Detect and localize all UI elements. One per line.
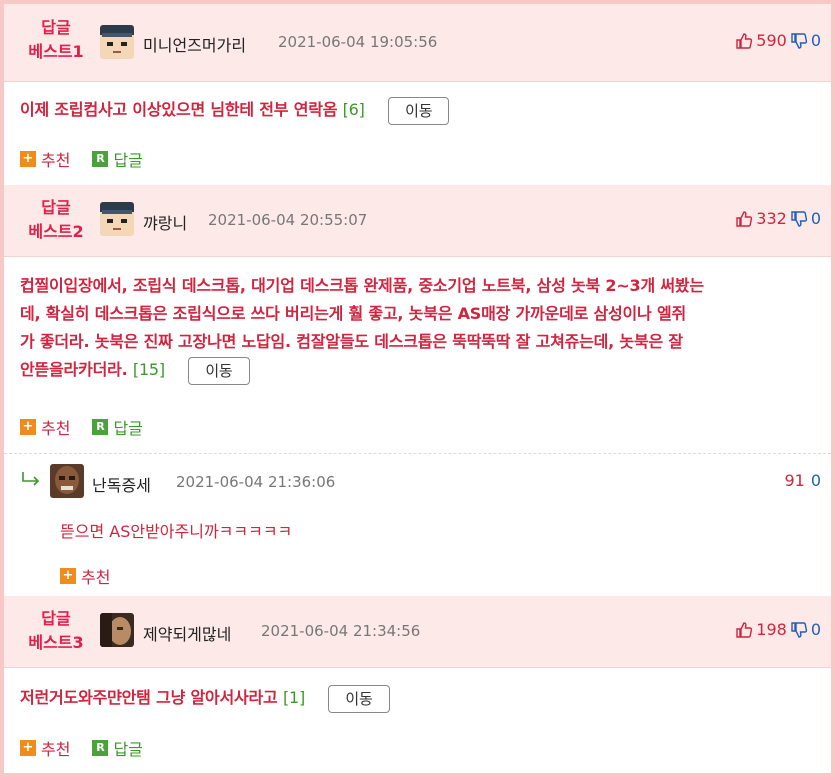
comment-text-line: 컵찔이입장에서, 조립식 데스크톱, 대기업 데스크톱 완제품, 중소기업 노트…	[20, 276, 704, 295]
reply-r-icon: R	[92, 419, 109, 435]
badge-bottom-label: 베스트3	[28, 633, 84, 652]
thumbs-down-icon[interactable]	[790, 210, 808, 228]
comment-actions: + 추천 R 답글	[20, 415, 143, 439]
comment-text: 저런거도와주먄안탬 그냥 알아서사라고	[20, 688, 278, 707]
comment-body: 이제 조립컴사고 이상있으면 님한테 전부 연락옴 [6] 이동	[20, 96, 801, 125]
recommend-button[interactable]: + 추천	[20, 736, 70, 760]
badge-bottom-label: 베스트1	[28, 42, 84, 61]
vote-box: 590 0	[735, 31, 821, 50]
badge-bottom-label: 베스트2	[28, 222, 84, 241]
down-count: 0	[810, 620, 821, 639]
comment-text: 이제 조립컴사고 이상있으면 님한테 전부 연락옴	[20, 100, 338, 119]
badge-top-label: 답글	[41, 18, 71, 37]
thumbs-up-icon[interactable]	[735, 32, 753, 50]
badge-top-label: 답글	[41, 198, 71, 217]
avatar[interactable]	[100, 25, 134, 59]
timestamp: 2021-06-04 20:55:07	[208, 211, 368, 229]
plus-icon: +	[20, 740, 36, 756]
badge-top-label: 답글	[41, 609, 71, 628]
comment-actions: + 추천 R 답글	[20, 736, 143, 760]
reply-label: 답글	[113, 419, 143, 438]
down-count: 0	[810, 31, 821, 50]
comment-text-line: 가 좋더라. 놋북은 진짜 고장나면 노답임. 컴잘알들도 데스크톱은 뚝딱뚝딱…	[20, 332, 683, 351]
comment-list: 답글 베스트1 미니언즈머가리 2021-06-04 19:05:56 590	[4, 4, 831, 773]
best1-header: 답글 베스트1 미니언즈머가리 2021-06-04 19:05:56 590	[4, 4, 831, 82]
up-count: 332	[756, 209, 787, 228]
nickname[interactable]: 제약되게많네	[143, 621, 231, 645]
reply-count[interactable]: [15]	[133, 360, 165, 379]
reply-button[interactable]: R 답글	[92, 147, 143, 171]
best2-badge: 답글 베스트2	[16, 196, 96, 244]
avatar[interactable]	[50, 464, 84, 498]
timestamp: 2021-06-04 21:34:56	[261, 622, 421, 640]
recommend-button[interactable]: + 추천	[20, 415, 70, 439]
nickname[interactable]: 미니언즈머가리	[143, 32, 246, 56]
reply-count[interactable]: [6]	[343, 100, 365, 119]
recommend-label: 추천	[41, 419, 71, 438]
move-button[interactable]: 이동	[388, 96, 450, 125]
best3-header: 답글 베스트3 제약되게많네 2021-06-04 21:34:56 198 0	[4, 596, 831, 668]
down-count: 0	[810, 471, 821, 490]
best2-header: 답글 베스트2 꺄랑니 2021-06-04 20:55:07 332 0	[4, 185, 831, 257]
move-button[interactable]: 이동	[188, 356, 250, 385]
comment-body: 컵찔이입장에서, 조립식 데스크톱, 대기업 데스크톱 완제품, 중소기업 노트…	[20, 272, 811, 385]
thumbs-up-icon[interactable]	[735, 210, 753, 228]
nested-reply: 난독증세 2021-06-04 21:36:06 91 0 뜯으면 AS안받아주…	[4, 460, 831, 590]
thumbs-down-icon[interactable]	[790, 32, 808, 50]
recommend-button[interactable]: + 추천	[60, 564, 110, 588]
recommend-label: 추천	[41, 151, 71, 170]
reply-label: 답글	[113, 151, 143, 170]
reply-label: 답글	[113, 740, 143, 759]
avatar[interactable]	[100, 613, 134, 647]
comment-actions: + 추천 R 답글	[20, 147, 143, 171]
reply-button[interactable]: R 답글	[92, 736, 143, 760]
down-count: 0	[810, 209, 821, 228]
reply-button[interactable]: R 답글	[92, 415, 143, 439]
timestamp: 2021-06-04 19:05:56	[278, 33, 438, 51]
best1-badge: 답글 베스트1	[16, 16, 96, 64]
nickname[interactable]: 꺄랑니	[143, 210, 187, 234]
reply-count[interactable]: [1]	[283, 688, 305, 707]
comment-text-line: 안뜯을라카더라. [15] 이동	[20, 356, 811, 385]
recommend-label: 추천	[81, 568, 111, 587]
vote-box: 91 0	[784, 471, 821, 490]
up-count: 590	[756, 31, 787, 50]
reply-arrow-icon	[20, 470, 42, 492]
recommend-label: 추천	[41, 740, 71, 759]
comment-text: 안뜯을라카더라.	[20, 360, 128, 379]
reply-r-icon: R	[92, 740, 109, 756]
reply-r-icon: R	[92, 151, 109, 167]
recommend-button[interactable]: + 추천	[20, 147, 70, 171]
vote-box: 198 0	[735, 620, 821, 639]
reply-text: 뜯으면 AS안받아주니까ㅋㅋㅋㅋㅋ	[60, 522, 293, 541]
up-count: 198	[756, 620, 787, 639]
best3-badge: 답글 베스트3	[16, 607, 96, 655]
plus-icon: +	[20, 419, 36, 435]
comment-text-line: 데, 확실히 데스크톱은 조립식으로 쓰다 버리는게 훨 좋고, 놋북은 AS매…	[20, 304, 686, 323]
move-button[interactable]: 이동	[328, 684, 390, 713]
comment-body: 저런거도와주먄안탬 그냥 알아서사라고 [1] 이동	[20, 684, 801, 713]
timestamp: 2021-06-04 21:36:06	[176, 473, 336, 491]
thumbs-down-icon[interactable]	[790, 621, 808, 639]
vote-box: 332 0	[735, 209, 821, 228]
nickname[interactable]: 난독증세	[92, 472, 151, 496]
plus-icon: +	[60, 568, 76, 584]
divider	[4, 453, 831, 454]
avatar[interactable]	[100, 202, 134, 236]
plus-icon: +	[20, 151, 36, 167]
thumbs-up-icon[interactable]	[735, 621, 753, 639]
up-count: 91	[784, 471, 805, 490]
